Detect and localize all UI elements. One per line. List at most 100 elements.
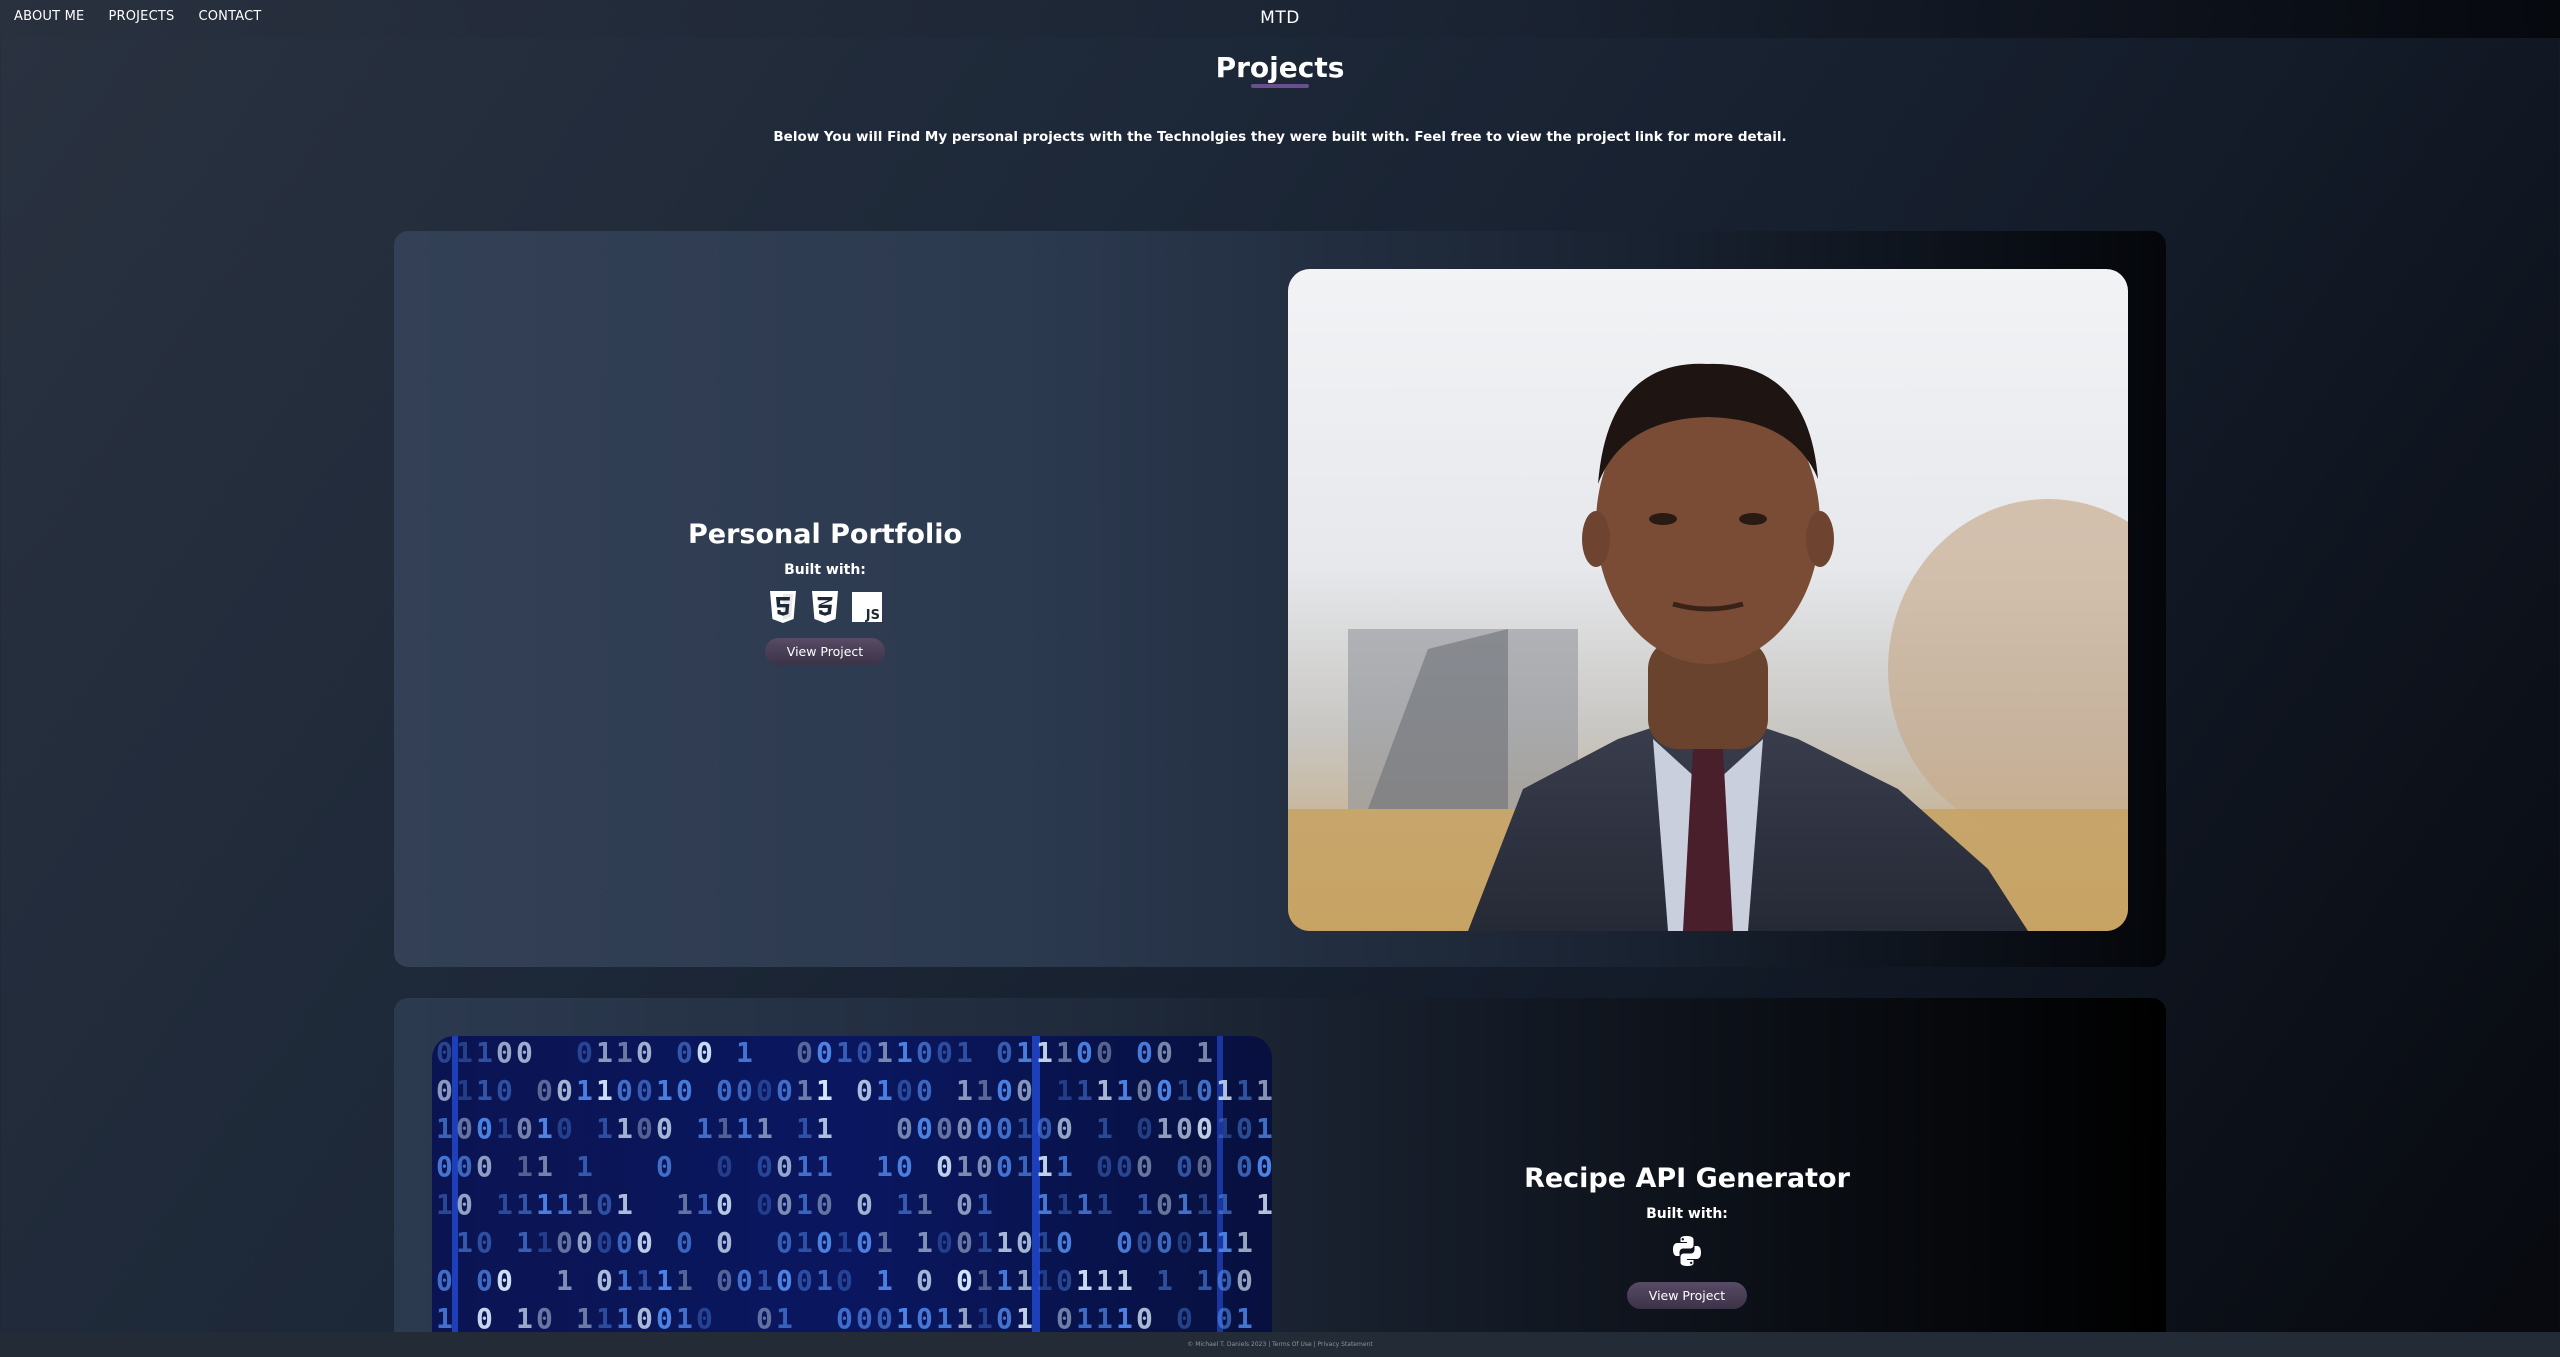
- svg-text:JS: JS: [865, 608, 880, 623]
- svg-text:0: 0: [776, 1150, 793, 1183]
- svg-text:0: 0: [636, 1226, 653, 1259]
- view-project-button[interactable]: View Project: [764, 638, 886, 665]
- svg-text:0: 0: [636, 1074, 653, 1107]
- svg-text:0: 0: [936, 1036, 953, 1069]
- svg-text:0: 0: [1136, 1036, 1153, 1069]
- svg-text:1: 1: [676, 1188, 693, 1221]
- svg-text:1: 1: [1076, 1302, 1093, 1335]
- svg-text:1: 1: [676, 1302, 693, 1335]
- svg-text:1: 1: [1216, 1188, 1233, 1221]
- svg-text:0: 0: [696, 1302, 713, 1335]
- svg-text:1: 1: [656, 1074, 673, 1107]
- svg-text:1: 1: [436, 1188, 453, 1221]
- page-title: Projects: [1215, 51, 1345, 84]
- svg-text:0: 0: [1056, 1112, 1073, 1145]
- svg-text:0: 0: [496, 1264, 513, 1297]
- svg-text:1: 1: [996, 1264, 1013, 1297]
- svg-text:1: 1: [796, 1188, 813, 1221]
- svg-text:1: 1: [896, 1188, 913, 1221]
- svg-text:0: 0: [1076, 1036, 1093, 1069]
- project-title: Personal Portfolio: [687, 519, 963, 550]
- svg-text:0: 0: [456, 1112, 473, 1145]
- svg-text:0: 0: [1136, 1150, 1153, 1183]
- svg-text:0: 0: [776, 1188, 793, 1221]
- svg-text:0: 0: [1136, 1112, 1153, 1145]
- svg-text:1: 1: [536, 1188, 553, 1221]
- svg-text:1: 1: [596, 1112, 613, 1145]
- svg-text:1: 1: [1236, 1302, 1253, 1335]
- svg-text:0: 0: [836, 1302, 853, 1335]
- svg-text:1: 1: [476, 1036, 493, 1069]
- svg-text:0: 0: [956, 1188, 973, 1221]
- svg-text:0: 0: [996, 1302, 1013, 1335]
- svg-text:0: 0: [916, 1074, 933, 1107]
- svg-text:0: 0: [996, 1112, 1013, 1145]
- svg-text:0: 0: [596, 1264, 613, 1297]
- svg-text:0: 0: [736, 1074, 753, 1107]
- svg-text:0: 0: [916, 1036, 933, 1069]
- svg-text:1: 1: [496, 1188, 513, 1221]
- svg-text:1: 1: [616, 1112, 633, 1145]
- svg-text:0: 0: [1016, 1226, 1033, 1259]
- svg-text:0: 0: [656, 1112, 673, 1145]
- svg-text:1: 1: [496, 1112, 513, 1145]
- svg-text:0: 0: [1136, 1302, 1153, 1335]
- svg-text:1: 1: [1196, 1036, 1213, 1069]
- brand-logo-text[interactable]: MTD: [0, 8, 2560, 28]
- svg-text:1: 1: [1256, 1074, 1272, 1107]
- svg-text:0: 0: [1056, 1302, 1073, 1335]
- svg-text:1: 1: [896, 1302, 913, 1335]
- svg-text:1: 1: [616, 1302, 633, 1335]
- svg-text:0: 0: [596, 1188, 613, 1221]
- svg-text:1: 1: [696, 1188, 713, 1221]
- recipe-api-preview-image: 0110001100010010110010111000010110001100…: [432, 1036, 1272, 1357]
- svg-text:1: 1: [836, 1036, 853, 1069]
- svg-text:1: 1: [1096, 1112, 1113, 1145]
- svg-text:1: 1: [536, 1150, 553, 1183]
- project-info: Personal Portfolio Built with: JS View P…: [394, 519, 1256, 665]
- svg-text:0: 0: [936, 1226, 953, 1259]
- svg-text:1: 1: [1156, 1112, 1173, 1145]
- svg-text:1: 1: [736, 1036, 753, 1069]
- svg-text:1: 1: [556, 1264, 573, 1297]
- svg-text:1: 1: [1256, 1112, 1272, 1145]
- view-project-button[interactable]: View Project: [1626, 1282, 1748, 1309]
- svg-text:1: 1: [656, 1264, 673, 1297]
- intro-text: Below You will Find My personal projects…: [773, 129, 1787, 145]
- svg-text:1: 1: [736, 1112, 753, 1145]
- svg-text:1: 1: [596, 1302, 613, 1335]
- svg-text:0: 0: [1096, 1150, 1113, 1183]
- footer: © Michael T. Daniels 2023 | Terms Of Use…: [0, 1332, 2560, 1357]
- svg-text:0: 0: [456, 1188, 473, 1221]
- svg-text:1: 1: [876, 1226, 893, 1259]
- svg-text:1: 1: [476, 1074, 493, 1107]
- svg-text:1: 1: [956, 1036, 973, 1069]
- svg-text:0: 0: [576, 1226, 593, 1259]
- portfolio-preview-image: [1288, 269, 2128, 931]
- svg-text:0: 0: [456, 1150, 473, 1183]
- svg-text:1: 1: [976, 1226, 993, 1259]
- svg-text:1: 1: [536, 1226, 553, 1259]
- svg-text:1: 1: [1096, 1302, 1113, 1335]
- svg-text:0: 0: [996, 1036, 1013, 1069]
- svg-text:1: 1: [956, 1150, 973, 1183]
- svg-text:0: 0: [856, 1036, 873, 1069]
- svg-text:0: 0: [816, 1036, 833, 1069]
- svg-text:1: 1: [1116, 1302, 1133, 1335]
- svg-text:0: 0: [1196, 1074, 1213, 1107]
- svg-text:1: 1: [796, 1074, 813, 1107]
- svg-text:1: 1: [616, 1264, 633, 1297]
- svg-text:1: 1: [1156, 1264, 1173, 1297]
- svg-text:1: 1: [1016, 1302, 1033, 1335]
- svg-text:0: 0: [1176, 1226, 1193, 1259]
- title-underline: [1251, 84, 1309, 88]
- built-with-label: Built with:: [1646, 1206, 1728, 1222]
- tech-icons: [1256, 1234, 2118, 1268]
- svg-text:1: 1: [1236, 1226, 1253, 1259]
- svg-text:0: 0: [756, 1188, 773, 1221]
- svg-text:0: 0: [976, 1150, 993, 1183]
- svg-text:1: 1: [1016, 1036, 1033, 1069]
- svg-text:0: 0: [636, 1112, 653, 1145]
- svg-text:0: 0: [1016, 1074, 1033, 1107]
- svg-text:0: 0: [1216, 1302, 1233, 1335]
